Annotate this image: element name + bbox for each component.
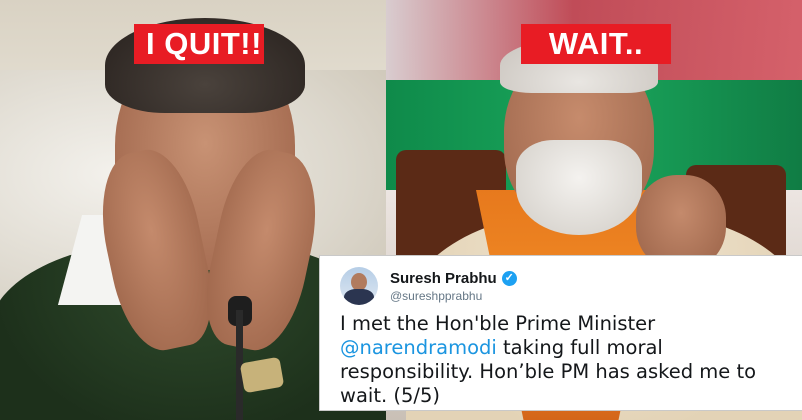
caption-i-quit: I QUIT!! <box>134 24 264 64</box>
tweet-text: I met the Hon'ble Prime Minister @narend… <box>340 312 790 408</box>
tweet-author: Suresh Prabhu ✓ @sureshpprabhu <box>390 270 517 303</box>
caption-wait: WAIT.. <box>521 24 671 64</box>
avatar <box>340 267 378 305</box>
white-beard <box>516 140 642 235</box>
mention-link: @narendramodi <box>340 336 497 359</box>
name-row: Suresh Prabhu ✓ <box>390 270 517 287</box>
tweet-text-before: I met the Hon'ble Prime Minister <box>340 312 656 335</box>
author-name: Suresh Prabhu <box>390 269 497 287</box>
meme-image: I QUIT!! WAIT.. Suresh Prabhu ✓ @sureshp… <box>0 0 802 420</box>
avatar-suit <box>344 289 374 305</box>
tweet-header: Suresh Prabhu ✓ @sureshpprabhu <box>340 264 790 308</box>
author-handle: @sureshpprabhu <box>390 288 483 303</box>
verified-badge-icon: ✓ <box>501 270 517 286</box>
tweet-card: Suresh Prabhu ✓ @sureshpprabhu I met the… <box>319 255 802 411</box>
